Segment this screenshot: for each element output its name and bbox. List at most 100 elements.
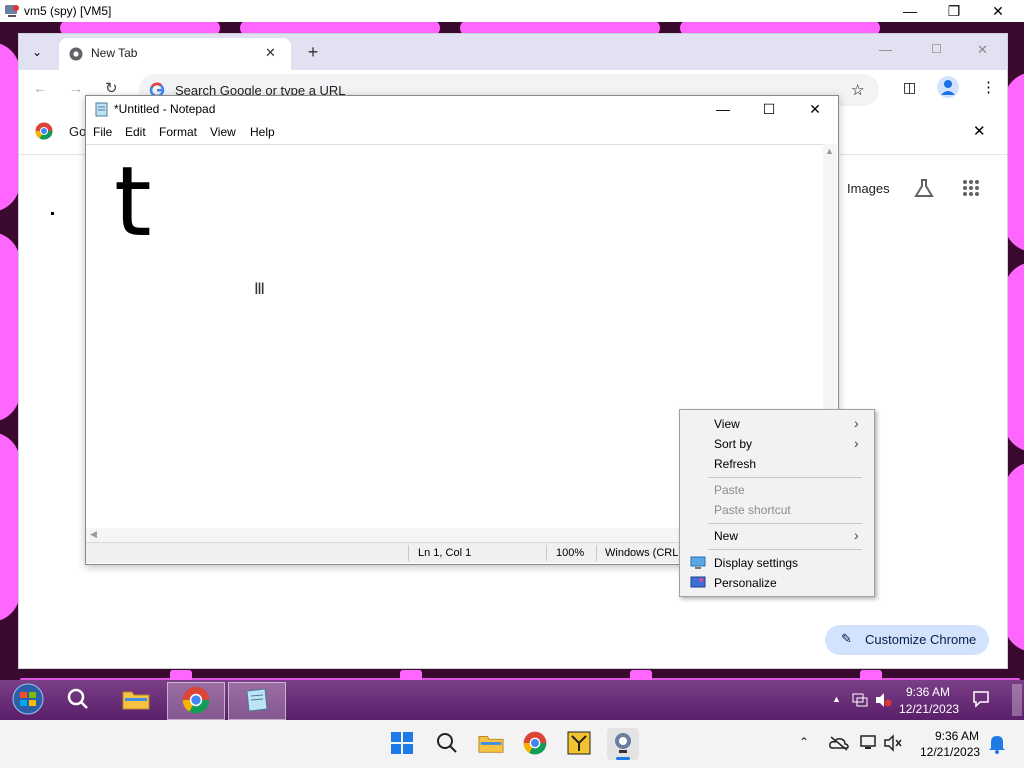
- ctx-refresh[interactable]: Refresh: [714, 457, 756, 471]
- vm-viewer-icon: [611, 731, 635, 758]
- tray-expand-icon[interactable]: ▲: [832, 694, 841, 704]
- minimize-icon: —: [903, 3, 917, 19]
- host-network-icon[interactable]: [860, 734, 878, 755]
- arrows-app-icon: [566, 730, 592, 759]
- chrome-minimize-button[interactable]: —: [879, 42, 892, 57]
- host-start-button[interactable]: [386, 728, 418, 760]
- host-minimize-button[interactable]: —: [888, 0, 932, 22]
- notepad-close-button[interactable]: ✕: [792, 96, 838, 122]
- ctx-sort-by[interactable]: Sort by: [714, 437, 752, 451]
- side-panel-icon[interactable]: ◫: [903, 79, 916, 96]
- network-icon[interactable]: [851, 692, 869, 711]
- taskbar-explorer-button[interactable]: [108, 682, 164, 718]
- show-desktop-button[interactable]: [1012, 684, 1022, 716]
- chrome-tab-new-tab[interactable]: New Tab ✕: [59, 38, 291, 70]
- host-titlebar: vm5 (spy) [VM5] — ❐ ✕: [0, 0, 1024, 22]
- labs-flask-icon[interactable]: [913, 178, 935, 201]
- chrome-tabstrip: ⌄ New Tab ✕ + — ☐ ✕: [19, 34, 1007, 70]
- wallpaper-shape: [0, 232, 20, 422]
- chevron-right-icon: ›: [854, 527, 859, 543]
- customize-chrome-button[interactable]: ✎ Customize Chrome: [825, 625, 989, 655]
- status-zoom: 100%: [556, 547, 585, 559]
- notepad-title: *Untitled - Notepad: [114, 102, 216, 116]
- menu-file[interactable]: File: [93, 125, 112, 139]
- page-dot: [51, 212, 54, 215]
- new-tab-button[interactable]: +: [301, 40, 325, 64]
- chrome-menu-icon[interactable]: ⋮: [981, 78, 996, 96]
- ctx-new[interactable]: New: [714, 529, 738, 543]
- host-chrome-button[interactable]: [519, 728, 551, 760]
- host-vm-viewer-button[interactable]: [607, 728, 639, 760]
- desktop-context-menu: View › Sort by › Refresh Paste Paste sho…: [679, 409, 875, 597]
- chrome-maximize-button[interactable]: ☐: [931, 42, 942, 56]
- back-icon[interactable]: ←: [33, 80, 47, 96]
- menu-edit[interactable]: Edit: [125, 125, 146, 139]
- taskbar-notepad-button[interactable]: [228, 682, 286, 720]
- host-clock-date: 12/21/2023: [920, 745, 981, 759]
- notepad-minimize-button[interactable]: —: [700, 96, 746, 122]
- pencil-icon: ✎: [841, 631, 852, 646]
- chrome-icon: [182, 686, 210, 717]
- notepad-maximize-button[interactable]: ☐: [746, 96, 792, 122]
- minimize-icon: —: [716, 101, 730, 117]
- display-icon: [690, 556, 706, 573]
- restore-icon: ❐: [947, 2, 961, 19]
- vm-taskbar: ▲ 9:36 AM 12/21/2023: [0, 680, 1024, 720]
- menu-help[interactable]: Help: [250, 125, 275, 139]
- windows-logo-icon: [390, 731, 414, 758]
- maximize-icon: ☐: [762, 100, 776, 117]
- host-clock-time: 9:36 AM: [935, 729, 980, 743]
- info-bar-close-icon[interactable]: ✕: [973, 122, 986, 140]
- notepad-content: t: [114, 146, 152, 258]
- apps-grid-icon[interactable]: [961, 178, 981, 201]
- host-tray-expand-icon[interactable]: ⌃: [799, 735, 809, 749]
- taskbar-search-button[interactable]: [50, 682, 106, 718]
- tab-title: New Tab: [91, 46, 138, 60]
- host-restore-button[interactable]: ❐: [932, 0, 976, 22]
- tab-search-button[interactable]: ⌄: [25, 40, 49, 64]
- folder-icon: [122, 688, 150, 713]
- volume-muted-icon[interactable]: [874, 692, 892, 711]
- ctx-separator: [708, 477, 862, 478]
- taskbar-chrome-button[interactable]: [167, 682, 225, 720]
- status-line-ending: Windows (CRL: [605, 547, 679, 559]
- plus-icon: +: [307, 41, 319, 62]
- menu-view[interactable]: View: [210, 125, 236, 139]
- notepad-icon: [243, 687, 271, 716]
- forward-icon[interactable]: →: [69, 80, 83, 96]
- menu-format[interactable]: Format: [159, 125, 197, 139]
- host-title: vm5 (spy) [VM5]: [24, 4, 112, 18]
- profile-avatar-icon[interactable]: [937, 76, 959, 98]
- chrome-close-button[interactable]: ✕: [977, 42, 988, 58]
- action-center-icon[interactable]: [972, 690, 990, 711]
- host-volume-muted-icon[interactable]: [883, 734, 903, 755]
- host-close-button[interactable]: ✕: [976, 0, 1020, 22]
- host-taskbar: ⌃ 9:36 AM 12/21/2023: [0, 720, 1024, 768]
- wallpaper-shape: [0, 432, 20, 622]
- bookmark-star-icon[interactable]: ☆: [851, 81, 864, 99]
- start-button[interactable]: [0, 682, 56, 718]
- host-explorer-button[interactable]: [475, 728, 507, 760]
- onedrive-offline-icon[interactable]: [829, 735, 849, 754]
- scroll-left-icon[interactable]: ◀: [90, 529, 97, 540]
- notification-bell-icon[interactable]: [988, 734, 1006, 757]
- info-bar-text: Go: [69, 124, 87, 139]
- ctx-separator: [708, 549, 862, 550]
- active-app-indicator: [616, 757, 630, 760]
- maximize-icon: ☐: [931, 42, 942, 56]
- status-separator: [596, 545, 597, 561]
- customize-chrome-label: Customize Chrome: [865, 632, 977, 647]
- wallpaper-shape: [0, 42, 20, 212]
- host-search-button[interactable]: [431, 728, 463, 760]
- ctx-personalize[interactable]: Personalize: [714, 576, 777, 590]
- status-separator: [546, 545, 547, 561]
- chrome-icon: [523, 731, 547, 758]
- host-app-button[interactable]: [563, 728, 595, 760]
- scroll-up-icon[interactable]: ▲: [825, 146, 834, 156]
- ctx-paste-shortcut: Paste shortcut: [714, 503, 791, 517]
- ctx-display-settings[interactable]: Display settings: [714, 556, 798, 570]
- ctx-view[interactable]: View: [714, 417, 740, 431]
- images-link[interactable]: Images: [847, 181, 890, 196]
- chevron-right-icon: ›: [854, 415, 859, 431]
- tab-close-icon[interactable]: ✕: [265, 45, 276, 61]
